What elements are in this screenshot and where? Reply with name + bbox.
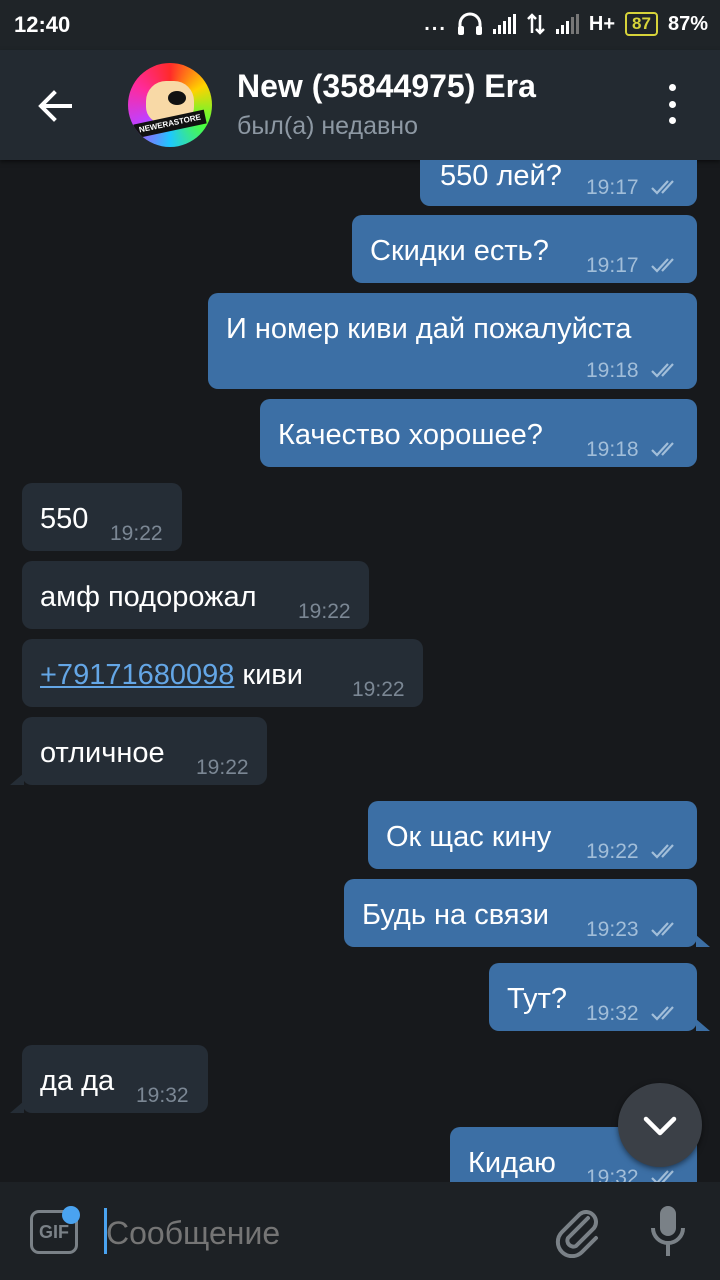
avatar-eyepatch <box>168 91 186 105</box>
double-check-icon <box>651 363 674 378</box>
status-time: 12:40 <box>14 12 71 37</box>
double-check-icon <box>651 844 674 859</box>
message-outgoing[interactable]: Скидки есть? 19:17 <box>352 215 697 283</box>
double-check-icon <box>651 442 674 457</box>
message-time: 19:18 <box>586 438 639 461</box>
message-time: 19:17 <box>586 176 639 199</box>
gif-badge-dot <box>62 1206 80 1224</box>
back-arrow-icon[interactable] <box>34 84 78 128</box>
message-incoming[interactable]: отличное 19:22 <box>22 717 267 785</box>
message-incoming[interactable]: да да 19:32 <box>22 1045 208 1113</box>
message-outgoing[interactable]: Качество хорошее? 19:18 <box>260 399 697 467</box>
message-text: Кидаю <box>468 1147 556 1179</box>
double-check-icon <box>651 180 674 195</box>
status-bar: 12:40 ... H+ 87 87% <box>0 0 720 50</box>
phone-link[interactable]: +79171680098 <box>40 659 234 691</box>
message-incoming[interactable]: 550 19:22 <box>22 483 182 551</box>
message-text: 550 лей? <box>440 160 562 192</box>
message-text: отличное <box>40 737 165 769</box>
message-time: 19:17 <box>586 254 639 277</box>
message-incoming[interactable]: +79171680098 киви 19:22 <box>22 639 423 707</box>
message-time: 19:22 <box>586 840 639 863</box>
message-time: 19:23 <box>586 918 639 941</box>
data-arrows-icon <box>527 13 545 35</box>
message-time: 19:22 <box>110 522 163 545</box>
message-text: Будь на связи <box>362 899 549 931</box>
message-text: амф подорожал <box>40 581 257 613</box>
message-outgoing[interactable]: Ок щас кину 19:22 <box>368 801 697 869</box>
status-icons: ... H+ 87 87% <box>424 12 708 36</box>
message-text: Скидки есть? <box>370 235 549 267</box>
message-text: Тут? <box>507 983 567 1015</box>
double-check-icon <box>651 1006 674 1021</box>
message-outgoing[interactable]: Будь на связи 19:23 <box>344 879 697 947</box>
notification-dots: ... <box>424 12 447 35</box>
signal-icon-2 <box>555 14 579 34</box>
bubble-tail <box>10 1101 24 1113</box>
chat-header: NEWERASTORE New (35844975) Era был(а) не… <box>0 50 720 160</box>
signal-icon <box>492 14 516 34</box>
battery-percent: 87% <box>667 12 708 35</box>
double-check-icon <box>651 922 674 937</box>
scroll-down-button[interactable] <box>618 1083 702 1167</box>
more-vertical-icon[interactable] <box>660 84 684 124</box>
message-time: 19:32 <box>136 1084 189 1107</box>
message-text-suffix: киви <box>234 659 303 691</box>
message-time: 19:22 <box>352 678 405 701</box>
chat-title[interactable]: New (35844975) Era <box>237 68 536 105</box>
message-input[interactable] <box>104 1214 528 1253</box>
message-time: 19:22 <box>298 600 351 623</box>
avatar[interactable]: NEWERASTORE <box>128 63 212 147</box>
double-check-icon <box>651 1170 674 1182</box>
microphone-icon[interactable] <box>648 1204 688 1260</box>
message-text: Ок щас кину <box>386 821 552 853</box>
bubble-tail <box>10 773 24 785</box>
headphones-icon <box>457 12 482 35</box>
message-outgoing[interactable]: И номер киви дай пожалуйста 19:18 <box>208 293 697 389</box>
message-text: да да <box>40 1065 115 1097</box>
bubble-tail <box>696 935 710 947</box>
attach-paperclip-icon[interactable] <box>552 1204 602 1258</box>
message-incoming[interactable]: амф подорожал 19:22 <box>22 561 369 629</box>
message-time: 19:18 <box>586 359 639 382</box>
double-check-icon <box>651 258 674 273</box>
message-text: 550 <box>40 503 89 535</box>
message-composer: GIF <box>0 1182 720 1280</box>
scroll-down-chevron-icon <box>643 1116 677 1136</box>
message-time: 19:32 <box>586 1002 639 1025</box>
message-outgoing[interactable]: 550 лей? 19:17 <box>420 160 697 206</box>
bubble-tail <box>696 1019 710 1031</box>
battery-icon: 87 <box>625 12 658 36</box>
message-list[interactable]: 550 лей? 19:17 Скидки есть? 19:17 И номе… <box>0 160 720 1182</box>
network-type: H+ <box>588 12 616 35</box>
message-time: 19:22 <box>196 756 249 779</box>
message-time: 19:32 <box>586 1166 639 1182</box>
message-text: Качество хорошее? <box>278 419 543 451</box>
chat-status: был(а) недавно <box>237 112 419 140</box>
message-outgoing[interactable]: Тут? 19:32 <box>489 963 697 1031</box>
message-text: +79171680098 киви <box>40 659 303 692</box>
message-text: И номер киви дай пожалуйста <box>226 313 632 345</box>
